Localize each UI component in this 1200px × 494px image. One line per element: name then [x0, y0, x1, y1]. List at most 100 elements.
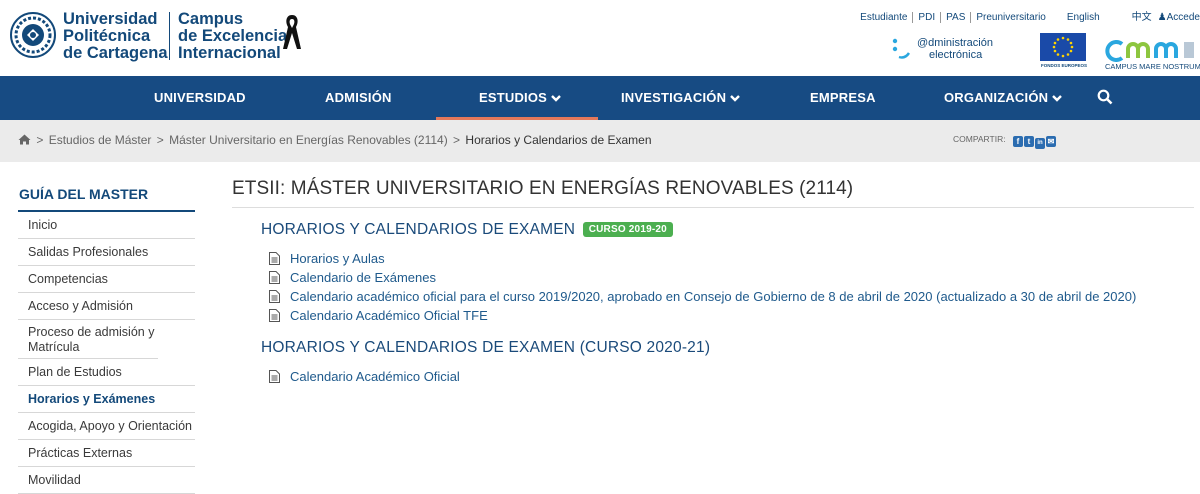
section-curso-2019-20: HORARIOS Y CALENDARIOS DE EXAMEN CURSO 2… [261, 221, 1194, 325]
breadcrumb-current: Horarios y Calendarios de Examen [465, 133, 652, 147]
page-title: ETSII: MÁSTER UNIVERSITARIO EN ENERGÍAS … [232, 178, 1194, 208]
sidebar-item-inicio[interactable]: Inicio [18, 212, 195, 239]
nav-label: ORGANIZACIÓN [944, 90, 1049, 105]
administracion-electronica-icon [892, 38, 911, 59]
document-title: Calendario académico oficial para el cur… [290, 289, 1137, 304]
language-english-link[interactable]: English [1067, 12, 1100, 23]
search-icon[interactable] [1097, 89, 1113, 105]
document-list: Horarios y Aulas Calendario de Exámenes … [261, 249, 1194, 325]
share-label: COMPARTIR: [953, 134, 1006, 144]
language-chinese-link[interactable]: 中文 [1132, 12, 1152, 23]
document-title: Calendario Académico Oficial [290, 369, 460, 384]
sidebar-item-proceso-admision[interactable]: Proceso de admisión y Matrícula [18, 320, 158, 359]
sidebar-item-horarios-examenes[interactable]: Horarios y Exámenes [18, 386, 195, 413]
brand-divider [169, 12, 170, 60]
section-heading: HORARIOS Y CALENDARIOS DE EXAMEN CURSO 2… [261, 221, 1194, 239]
document-link[interactable]: Calendario Académico Oficial TFE [261, 306, 1194, 325]
main-navigation: UNIVERSIDAD ADMISIÓN ESTUDIOS INVESTIGAC… [0, 76, 1200, 120]
breadcrumb-separator: > [453, 133, 461, 147]
course-badge: CURSO 2019-20 [582, 222, 673, 237]
document-title: Calendario Académico Oficial TFE [290, 308, 488, 323]
nav-item-investigacion[interactable]: INVESTIGACIÓN [621, 76, 741, 120]
campus-line: Campus [178, 10, 244, 28]
sidebar-item-acogida-apoyo[interactable]: Acogida, Apoyo y Orientación [18, 413, 195, 440]
sidebar-item-acceso-admision[interactable]: Acceso y Admisión [18, 293, 195, 320]
top-links-bar: Estudiante PDI PAS Preuniversitario English 中… [855, 8, 1200, 23]
toplink-pas[interactable]: PAS [941, 12, 972, 23]
administracion-electronica-text: @dministración electrónica [917, 37, 993, 61]
document-icon [269, 271, 280, 284]
section-heading: HORARIOS Y CALENDARIOS DE EXAMEN (CURSO … [261, 339, 711, 356]
document-list: Calendario Académico Oficial [261, 367, 1194, 386]
sidebar-guia-master: GUÍA DEL MASTER Inicio Salidas Profesion… [18, 180, 195, 494]
breadcrumb-separator: > [156, 133, 164, 147]
toplink-pdi[interactable]: PDI [913, 12, 942, 23]
document-title: Calendario de Exámenes [290, 270, 436, 285]
section-heading-text: HORARIOS Y CALENDARIOS DE EXAMEN [261, 221, 576, 238]
university-name-line: Politécnica [63, 27, 151, 45]
campus-line: de Excelencia [178, 27, 288, 45]
sidebar-item-salidas-profesionales[interactable]: Salidas Profesionales [18, 239, 195, 266]
mourning-ribbon-icon [283, 15, 301, 49]
user-icon: ♟ [1157, 12, 1167, 23]
facebook-icon[interactable]: f [1013, 136, 1023, 147]
chevron-down-icon [730, 95, 741, 102]
toplink-estudiante[interactable]: Estudiante [855, 12, 914, 23]
university-name: Universidad Politécnica de Cartagena [63, 11, 168, 62]
eu-flag-icon [1040, 33, 1086, 61]
document-icon [269, 252, 280, 265]
university-name-line: Universidad [63, 10, 158, 28]
admin-line: @dministración [917, 37, 993, 49]
document-icon [269, 370, 280, 383]
campus-mare-nostrum-link[interactable]: CAMPUS MARE NOSTRUM [1102, 36, 1200, 74]
nav-label: ESTUDIOS [479, 90, 548, 105]
nav-item-estudios[interactable]: ESTUDIOS [479, 76, 562, 120]
administracion-electronica-link[interactable]: @dministración electrónica [891, 36, 1011, 66]
campus-excelencia-text: Campus de Excelencia Internacional [178, 11, 287, 62]
university-seal-icon [10, 12, 56, 58]
breadcrumb-trail: > Estudios de Máster > Máster Universita… [18, 133, 652, 147]
admin-line: electrónica [929, 49, 983, 61]
document-link[interactable]: Calendario Académico Oficial [261, 367, 1194, 386]
nav-item-organizacion[interactable]: ORGANIZACIÓN [944, 76, 1063, 120]
document-title: Horarios y Aulas [290, 251, 385, 266]
nav-label: UNIVERSIDAD [154, 90, 246, 105]
document-link[interactable]: Horarios y Aulas [261, 249, 1194, 268]
twitter-icon[interactable]: t [1024, 136, 1034, 147]
home-icon [18, 134, 31, 145]
university-name-line: de Cartagena [63, 44, 168, 62]
nav-item-universidad[interactable]: UNIVERSIDAD [154, 76, 246, 120]
breadcrumb-link[interactable]: Estudios de Máster [49, 133, 152, 147]
sidebar-item-practicas-externas[interactable]: Prácticas Externas [18, 440, 195, 467]
eu-caption: FONDOS EUROPEOS [1040, 63, 1087, 68]
sidebar-item-movilidad[interactable]: Movilidad [18, 467, 195, 494]
breadcrumb-separator: > [36, 133, 44, 147]
breadcrumb-link[interactable]: Máster Universitario en Energías Renovab… [169, 133, 448, 147]
sidebar-item-plan-estudios[interactable]: Plan de Estudios [18, 359, 195, 386]
nav-item-empresa[interactable]: EMPRESA [810, 76, 876, 120]
nav-item-admision[interactable]: ADMISIÓN [325, 76, 392, 120]
campus-line: Internacional [178, 44, 281, 62]
breadcrumb-home[interactable] [18, 133, 31, 147]
share-icons: f t in ✉ [1013, 133, 1057, 149]
linkedin-icon[interactable]: in [1035, 138, 1045, 149]
login-label: Accede [1166, 12, 1200, 23]
sidebar-title: GUÍA DEL MASTER [18, 180, 195, 212]
nav-label: EMPRESA [810, 90, 876, 105]
fondos-europeos-link[interactable]: FONDOS EUROPEOS [1040, 33, 1088, 71]
breadcrumb: > Estudios de Máster > Máster Universita… [0, 120, 1200, 162]
cmn-caption: CAMPUS MARE NOSTRUM [1105, 62, 1200, 71]
email-icon[interactable]: ✉ [1046, 136, 1056, 147]
toplink-preuniversitario[interactable]: Preuniversitario [971, 12, 1050, 23]
main-content: ETSII: MÁSTER UNIVERSITARIO EN ENERGÍAS … [232, 178, 1194, 386]
nav-label: INVESTIGACIÓN [621, 90, 727, 105]
chevron-down-icon [551, 95, 561, 102]
document-icon [269, 309, 280, 322]
sidebar-item-competencias[interactable]: Competencias [18, 266, 195, 293]
document-link[interactable]: Calendario de Exámenes [261, 268, 1194, 287]
login-link[interactable]: ♟Accede [1158, 12, 1200, 23]
section-curso-2020-21: HORARIOS Y CALENDARIOS DE EXAMEN (CURSO … [261, 339, 1194, 386]
document-link[interactable]: Calendario académico oficial para el cur… [261, 287, 1194, 306]
site-header: Universidad Politécnica de Cartagena Cam… [0, 0, 1200, 76]
chevron-down-icon [1052, 95, 1063, 102]
